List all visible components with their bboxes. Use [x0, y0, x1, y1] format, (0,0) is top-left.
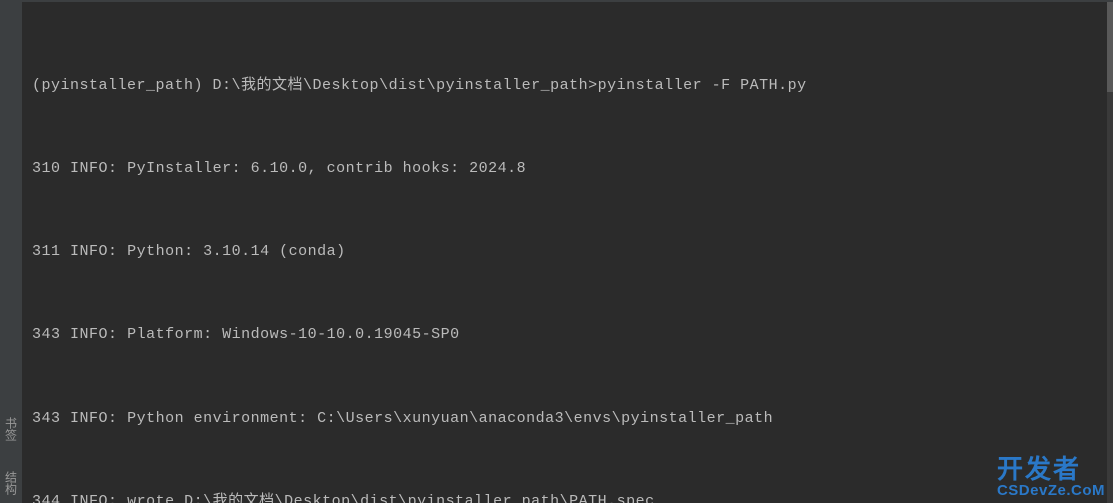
command-text: pyinstaller -F PATH.py [598, 77, 807, 94]
terminal-output[interactable]: (pyinstaller_path) D:\我的文档\Desktop\dist\… [22, 2, 1107, 503]
log-level: INFO: [70, 493, 118, 503]
log-msg: PyInstaller: 6.10.0, contrib hooks: 2024… [127, 160, 526, 177]
log-level: INFO: [70, 243, 118, 260]
log-msg: wrote D:\我的文档\Desktop\dist\pyinstaller_p… [127, 493, 655, 503]
side-tab-structure[interactable]: 结构 [3, 471, 20, 495]
log-msg: Python environment: C:\Users\xunyuan\ana… [127, 410, 773, 427]
prompt-line: (pyinstaller_path) D:\我的文档\Desktop\dist\… [32, 72, 1097, 100]
log-line: 311 INFO: Python: 3.10.14 (conda) [32, 238, 1097, 266]
scrollbar-thumb[interactable] [1107, 2, 1113, 92]
log-line: 343 INFO: Python environment: C:\Users\x… [32, 405, 1097, 433]
vertical-scrollbar[interactable] [1107, 2, 1113, 503]
log-line: 310 INFO: PyInstaller: 6.10.0, contrib h… [32, 155, 1097, 183]
log-ts: 343 [32, 326, 61, 343]
side-tab-strip: 书签 结构 [0, 2, 22, 503]
log-level: INFO: [70, 410, 118, 427]
log-line: 343 INFO: Platform: Windows-10-10.0.1904… [32, 321, 1097, 349]
log-line: 344 INFO: wrote D:\我的文档\Desktop\dist\pyi… [32, 488, 1097, 503]
log-msg: Python: 3.10.14 (conda) [127, 243, 346, 260]
log-level: INFO: [70, 326, 118, 343]
terminal-panel: 书签 结构 (pyinstaller_path) D:\我的文档\Desktop… [0, 0, 1113, 503]
log-level: INFO: [70, 160, 118, 177]
prompt-cwd: D:\我的文档\Desktop\dist\pyinstaller_path> [213, 77, 598, 94]
log-ts: 344 [32, 493, 61, 503]
log-ts: 311 [32, 243, 61, 260]
side-tab-bookmark[interactable]: 书签 [3, 417, 20, 441]
log-msg: Platform: Windows-10-10.0.19045-SP0 [127, 326, 460, 343]
log-ts: 343 [32, 410, 61, 427]
env-name: (pyinstaller_path) [32, 77, 203, 94]
log-ts: 310 [32, 160, 61, 177]
